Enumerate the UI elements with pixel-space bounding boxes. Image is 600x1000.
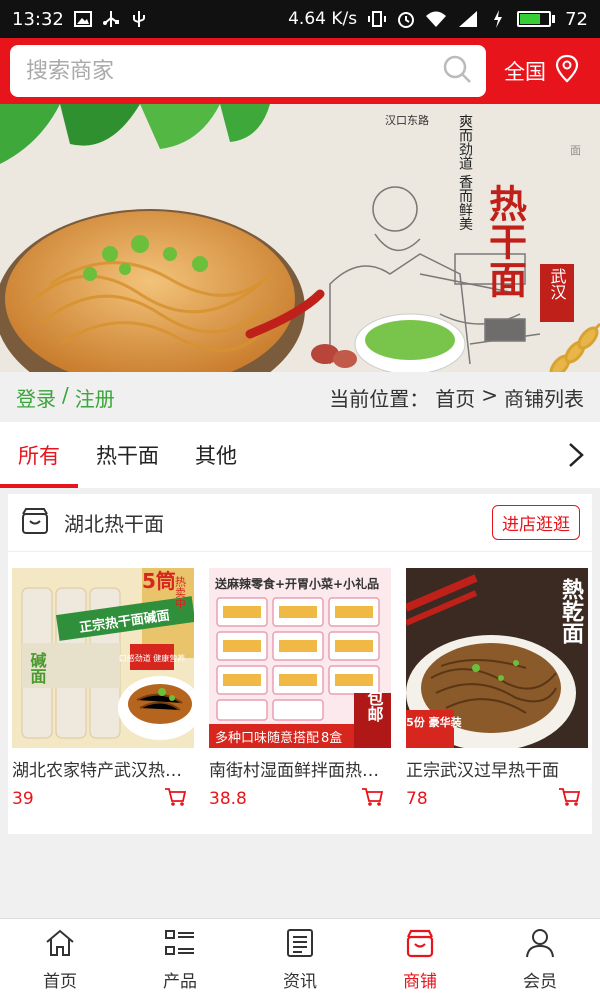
location-pin-icon [554, 54, 580, 89]
network-speed: 4.64 K/s [288, 9, 358, 29]
region-label: 全国 [504, 60, 546, 84]
home-icon [44, 928, 76, 963]
nav-news[interactable]: 资讯 [240, 919, 360, 1000]
tab-label: 其他 [195, 444, 237, 468]
usb-debug-icon [130, 10, 148, 28]
tab-other[interactable]: 其他 [177, 422, 255, 488]
nav-shops[interactable]: 商铺 [360, 919, 480, 1000]
wifi-icon [425, 10, 447, 28]
promo-bottom: 多种口味随意搭配 [215, 730, 319, 746]
account-links: 登录 / 注册 [16, 383, 115, 412]
tab-hot-dry-noodles[interactable]: 热干面 [78, 422, 177, 488]
corner-badge: 热卖中 [174, 576, 187, 609]
svg-text:面: 面 [570, 144, 581, 157]
header-bar: 全国 [0, 38, 600, 104]
store-header: 湖北热干面 进店逛逛 [8, 494, 592, 552]
search-input[interactable] [26, 58, 442, 84]
info-bar: 登录 / 注册 当前位置： 首页 > 商铺列表 [0, 372, 600, 422]
bundle-badge: 15份 豪华装 [406, 715, 462, 729]
tab-label: 热干面 [96, 444, 159, 468]
image-icon [73, 11, 92, 27]
status-bar: 13:32 4.64 K/s 72 [0, 0, 600, 38]
nav-label: 会员 [523, 971, 557, 992]
svg-text:汉口东路: 汉口东路 [385, 114, 429, 127]
product-name[interactable]: 湖北农家特产武汉热干面碱面 [12, 756, 184, 781]
product-card[interactable]: 碱面 正宗热干面碱面 5筒 热卖中 口感劲道 健康营养 湖北农家特产武汉热干面碱… [12, 568, 194, 811]
breadcrumb-separator: > [481, 382, 498, 407]
pack-label: 碱面 [28, 652, 47, 685]
category-tabs: 所有 热干面 其他 [0, 422, 600, 488]
usb-icon [102, 10, 120, 28]
breadcrumb: 当前位置： 首页 > 商铺列表 [329, 383, 584, 412]
product-price-row: 39 [12, 787, 194, 811]
register-link[interactable]: 注册 [75, 383, 115, 412]
store-icon [20, 506, 50, 540]
vibrate-icon [367, 10, 387, 28]
shop-icon [404, 928, 436, 963]
signal-4g-icon [457, 10, 479, 28]
nav-label: 商铺 [403, 971, 437, 992]
visit-store-button[interactable]: 进店逛逛 [492, 505, 580, 540]
product-card[interactable]: 熱乾面 15份 豪华装 正宗武汉过早热干面 78 [406, 568, 588, 811]
battery-icon [517, 11, 556, 27]
product-card[interactable]: 送麻辣零食+开胃小菜+小礼品 多种口味随意搭配 8盒 包邮 南街村湿面鲜拌面热干… [209, 568, 391, 811]
tab-label: 所有 [18, 444, 60, 468]
store-name[interactable]: 湖北热干面 [64, 508, 492, 537]
cart-icon[interactable] [164, 787, 187, 811]
product-image[interactable]: 熱乾面 15份 豪华装 [406, 568, 588, 748]
breadcrumb-current: 商铺列表 [504, 386, 584, 411]
news-icon [284, 928, 316, 963]
promo-text: 送麻辣零食+开胃小菜+小礼品 [214, 576, 379, 591]
breadcrumb-label: 当前位置： [329, 386, 430, 411]
product-image[interactable]: 送麻辣零食+开胃小菜+小礼品 多种口味随意搭配 8盒 包邮 [209, 568, 391, 748]
product-title-art: 熱乾面 [558, 577, 584, 645]
charging-icon [489, 10, 507, 28]
chevron-right-icon[interactable] [560, 440, 590, 470]
free-shipping-stamp: 包邮 [365, 689, 384, 723]
product-price: 78 [406, 789, 428, 809]
product-list: 碱面 正宗热干面碱面 5筒 热卖中 口感劲道 健康营养 湖北农家特产武汉热干面碱… [8, 552, 592, 811]
product-price-row: 38.8 [209, 787, 391, 811]
battery-percent: 72 [565, 8, 588, 30]
alarm-icon [397, 10, 415, 28]
product-name[interactable]: 南街村湿面鲜拌面热干面 [209, 756, 381, 781]
store-card: 湖北热干面 进店逛逛 碱面 正宗热干面碱面 5筒 热卖中 口感劲道 健康营养 湖… [8, 494, 592, 834]
pack-count: 5筒 [142, 569, 176, 593]
cart-icon[interactable] [361, 787, 384, 811]
banner-badge: 武汉 [548, 268, 567, 300]
clock: 13:32 [12, 8, 64, 30]
product-image[interactable]: 碱面 正宗热干面碱面 5筒 热卖中 口感劲道 健康营养 [12, 568, 194, 748]
nav-member[interactable]: 会员 [480, 919, 600, 1000]
product-price-row: 78 [406, 787, 588, 811]
nav-label: 资讯 [283, 971, 317, 992]
feature-tag: 口感劲道 健康营养 [119, 653, 186, 663]
region-selector[interactable]: 全国 [504, 54, 580, 89]
bottom-nav: 首页 产品 资讯 商铺 会员 [0, 918, 600, 1000]
nav-label: 首页 [43, 971, 77, 992]
product-price: 38.8 [209, 789, 247, 809]
nav-products[interactable]: 产品 [120, 919, 240, 1000]
product-name[interactable]: 正宗武汉过早热干面 [406, 756, 578, 781]
battery-fill [520, 14, 541, 24]
product-price: 39 [12, 789, 34, 809]
box-count: 8盒 [321, 730, 342, 746]
banner-slogan: 爽而劲道 香而鲜美 [457, 114, 473, 231]
user-icon [524, 928, 556, 963]
list-icon [164, 928, 196, 963]
nav-label: 产品 [163, 971, 197, 992]
login-link[interactable]: 登录 [16, 383, 56, 412]
tab-all[interactable]: 所有 [0, 422, 78, 488]
account-separator: / [62, 382, 69, 407]
breadcrumb-home[interactable]: 首页 [435, 383, 475, 412]
search-icon[interactable] [442, 54, 472, 88]
nav-home[interactable]: 首页 [0, 919, 120, 1000]
search-box[interactable] [10, 45, 486, 97]
banner-illustration: 汉口东路 面 热干面 武汉 爽而劲道 香而鲜美 [0, 104, 600, 372]
promo-banner[interactable]: 汉口东路 面 热干面 武汉 爽而劲道 香而鲜美 [0, 104, 600, 372]
cart-icon[interactable] [558, 787, 581, 811]
banner-title: 热干面 [483, 184, 528, 298]
